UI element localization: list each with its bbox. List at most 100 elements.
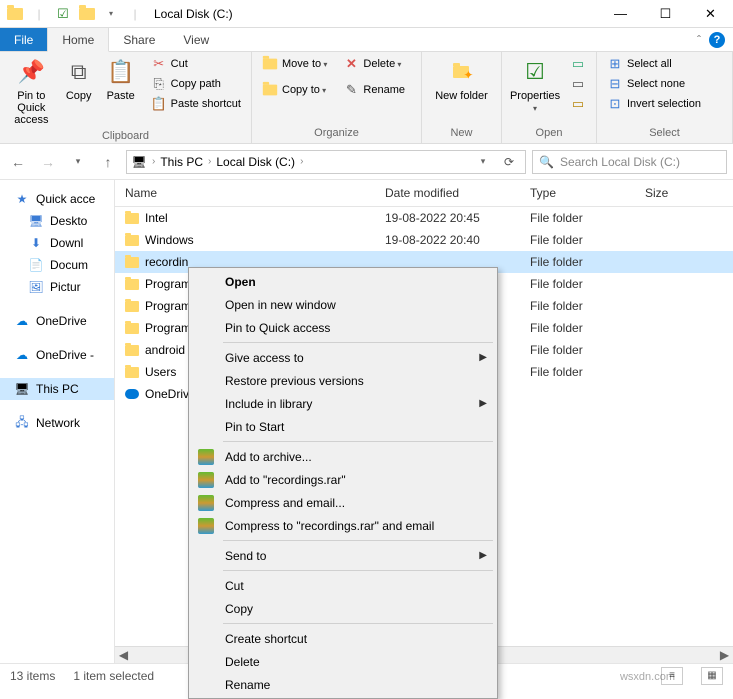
- nav-documents[interactable]: 📄Docum: [0, 254, 114, 276]
- folder-icon: [125, 345, 139, 356]
- cm-rename[interactable]: Rename: [191, 673, 495, 696]
- cm-delete[interactable]: Delete: [191, 650, 495, 673]
- cm-include-library[interactable]: Include in library▶: [191, 392, 495, 415]
- edit-button[interactable]: ▭: [566, 74, 590, 94]
- file-type: File folder: [530, 211, 645, 225]
- chevron-right-icon: ▶: [479, 398, 487, 409]
- cm-pin-quick-access[interactable]: Pin to Quick access: [191, 316, 495, 339]
- cm-separator: [223, 623, 493, 624]
- column-name[interactable]: Name: [125, 186, 385, 200]
- paste-shortcut-button[interactable]: 📋Paste shortcut: [147, 94, 245, 114]
- tab-share[interactable]: Share: [109, 28, 169, 51]
- cm-compress-email[interactable]: Compress and email...: [191, 491, 495, 514]
- pc-icon: 🖥: [14, 381, 30, 397]
- cm-open[interactable]: Open: [191, 270, 495, 293]
- winrar-icon: [197, 471, 215, 489]
- recent-locations-button[interactable]: ▾: [66, 150, 90, 174]
- breadcrumb-this-pc[interactable]: This PC: [160, 155, 203, 169]
- table-row[interactable]: Windows19-08-2022 20:40File folder: [115, 229, 733, 251]
- pin-to-quick-access-button[interactable]: 📌 Pin to Quick access: [6, 54, 57, 128]
- maximize-button[interactable]: ☐: [643, 0, 688, 28]
- nav-desktop[interactable]: 🖥Deskto: [0, 210, 114, 232]
- search-input[interactable]: 🔍 Search Local Disk (C:): [532, 150, 727, 174]
- cm-send-to[interactable]: Send to▶: [191, 544, 495, 567]
- open-button[interactable]: ▭: [566, 54, 590, 74]
- cut-button[interactable]: ✂Cut: [147, 54, 245, 74]
- star-icon: ★: [14, 191, 30, 207]
- move-to-button[interactable]: Move to: [258, 54, 331, 74]
- new-folder-button[interactable]: ✦ New folder: [431, 54, 492, 104]
- address-bar[interactable]: 🖥 › This PC › Local Disk (C:) › ▾ ⟳: [126, 150, 526, 174]
- breadcrumb-local-disk[interactable]: Local Disk (C:): [216, 155, 295, 169]
- nav-downloads[interactable]: ⬇Downl: [0, 232, 114, 254]
- nav-onedrive[interactable]: ☁OneDrive: [0, 310, 114, 332]
- organize-group-label: Organize: [258, 125, 415, 141]
- close-button[interactable]: ✕: [688, 0, 733, 28]
- address-dropdown-icon[interactable]: ▾: [471, 150, 495, 174]
- column-date[interactable]: Date modified: [385, 186, 530, 200]
- qat-dropdown[interactable]: ▾: [100, 3, 122, 25]
- tab-view[interactable]: View: [169, 28, 223, 51]
- qat-properties-icon[interactable]: ☑: [52, 3, 74, 25]
- open-group-label: Open: [508, 125, 590, 141]
- invert-selection-icon: ⊡: [607, 96, 623, 112]
- onedrive-icon: ☁: [14, 313, 30, 329]
- copy-path-button[interactable]: ⎘Copy path: [147, 74, 245, 94]
- select-all-icon: ⊞: [607, 56, 623, 72]
- up-button[interactable]: ↑: [96, 150, 120, 174]
- delete-button[interactable]: ✕Delete: [339, 54, 409, 74]
- select-group-label: Select: [603, 125, 726, 141]
- cm-give-access-to[interactable]: Give access to▶: [191, 346, 495, 369]
- nav-this-pc[interactable]: 🖥This PC: [0, 378, 114, 400]
- file-type: File folder: [530, 255, 645, 269]
- paste-shortcut-icon: 📋: [151, 96, 167, 112]
- cm-add-archive[interactable]: Add to archive...: [191, 445, 495, 468]
- tab-home[interactable]: Home: [47, 28, 109, 52]
- new-folder-label: New folder: [435, 90, 488, 102]
- nav-quick-access[interactable]: ★Quick acce: [0, 188, 114, 210]
- history-button[interactable]: ▭: [566, 94, 590, 114]
- tab-file[interactable]: File: [0, 28, 47, 51]
- search-icon: 🔍: [539, 155, 554, 169]
- nav-onedrive-personal[interactable]: ☁OneDrive -: [0, 344, 114, 366]
- nav-network[interactable]: 🖧Network: [0, 412, 114, 434]
- cm-copy[interactable]: Copy: [191, 597, 495, 620]
- desktop-icon: 🖥: [28, 213, 44, 229]
- file-date: 19-08-2022 20:45: [385, 211, 530, 225]
- select-all-button[interactable]: ⊞Select all: [603, 54, 705, 74]
- crumb-sep-icon[interactable]: ›: [205, 156, 214, 167]
- refresh-button[interactable]: ⟳: [497, 155, 521, 169]
- paste-button[interactable]: 📋 Paste: [101, 54, 141, 104]
- chevron-right-icon: ▶: [479, 550, 487, 561]
- help-icon[interactable]: ?: [709, 32, 725, 48]
- column-size[interactable]: Size: [645, 186, 733, 200]
- scroll-left-icon[interactable]: ◀: [115, 648, 132, 662]
- downloads-icon: ⬇: [28, 235, 44, 251]
- back-button[interactable]: ←: [6, 150, 30, 174]
- nav-pictures[interactable]: 🖼Pictur: [0, 276, 114, 298]
- cm-cut[interactable]: Cut: [191, 574, 495, 597]
- scroll-right-icon[interactable]: ▶: [716, 648, 733, 662]
- crumb-sep-icon[interactable]: ›: [297, 156, 306, 167]
- cm-pin-start[interactable]: Pin to Start: [191, 415, 495, 438]
- minimize-button[interactable]: —: [598, 0, 643, 28]
- collapse-ribbon-icon[interactable]: ˆ: [689, 28, 709, 51]
- thumbnails-view-button[interactable]: ▦: [701, 667, 723, 685]
- rename-icon: ✎: [343, 82, 359, 98]
- cm-create-shortcut[interactable]: Create shortcut: [191, 627, 495, 650]
- forward-button[interactable]: →: [36, 150, 60, 174]
- copy-to-button[interactable]: Copy to: [258, 80, 331, 100]
- cm-add-recordings-rar[interactable]: Add to "recordings.rar": [191, 468, 495, 491]
- cm-restore-previous[interactable]: Restore previous versions: [191, 369, 495, 392]
- invert-selection-button[interactable]: ⊡Invert selection: [603, 94, 705, 114]
- copy-button[interactable]: ⧉ Copy: [59, 54, 99, 104]
- crumb-sep-icon[interactable]: ›: [149, 156, 158, 167]
- cm-compress-rar-email[interactable]: Compress to "recordings.rar" and email: [191, 514, 495, 537]
- rename-button[interactable]: ✎Rename: [339, 80, 409, 100]
- cm-open-new-window[interactable]: Open in new window: [191, 293, 495, 316]
- properties-button[interactable]: ☑ Properties: [508, 54, 562, 116]
- select-none-button[interactable]: ⊟Select none: [603, 74, 705, 94]
- table-row[interactable]: Intel19-08-2022 20:45File folder: [115, 207, 733, 229]
- folder-icon: [125, 279, 139, 290]
- column-type[interactable]: Type: [530, 186, 645, 200]
